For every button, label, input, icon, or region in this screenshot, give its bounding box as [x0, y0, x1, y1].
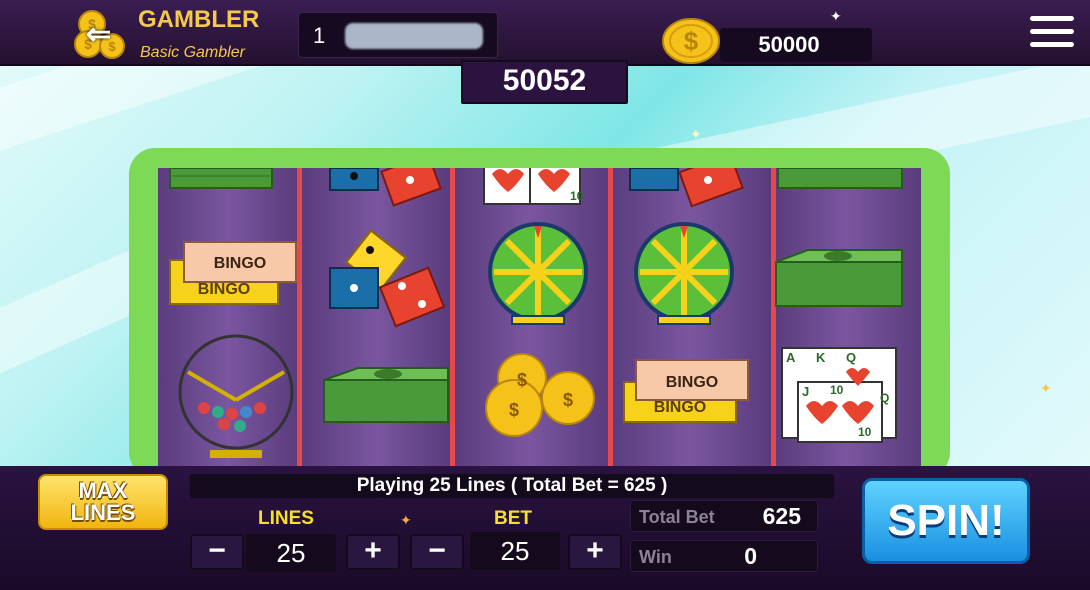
win-value: 0 — [744, 543, 757, 569]
win-panel: Win 0 — [630, 540, 818, 572]
cash-stack-icon — [777, 168, 903, 189]
svg-text:$: $ — [509, 400, 519, 420]
jackpot-counter: 50052 — [461, 60, 628, 104]
level-panel: 1 — [298, 12, 498, 58]
bingo-ticket-icon: BINGO BINGO — [623, 359, 749, 423]
ticket-text: BINGO — [654, 399, 706, 416]
hamburger-menu-icon[interactable] — [1030, 16, 1074, 52]
card-rank: Q — [846, 350, 856, 365]
sparkle-icon: ✦ — [400, 512, 412, 528]
playing-cards-icon: A K Q J 10 Q 10 — [781, 347, 897, 443]
card-rank: J — [802, 384, 809, 399]
prize-wheel-icon — [488, 222, 588, 325]
max-lines-label: MAX — [78, 478, 128, 503]
svg-text:$: $ — [517, 370, 527, 390]
reels-window: BINGO BINGO 10 $ $ $ BINGO BINGO A K Q J… — [158, 168, 921, 468]
total-bet-value: 625 — [762, 503, 801, 529]
sparkle-icon: ✦ — [1040, 380, 1052, 396]
card-value: 10 — [570, 189, 584, 203]
card-rank: 10 — [858, 425, 872, 439]
prize-wheel-icon — [634, 222, 734, 325]
balance-value: 50000 — [758, 32, 820, 57]
bet-label: BET — [494, 508, 532, 529]
bet-minus-button[interactable]: − — [410, 534, 464, 570]
max-lines-button[interactable]: MAX LINES — [38, 474, 168, 530]
dollar-coin-icon: $ — [662, 18, 720, 64]
gold-coins-icon: $ $ $ — [485, 353, 595, 437]
player-rank: Basic Gambler — [140, 44, 245, 61]
balance-panel: 50000 — [720, 28, 872, 62]
back-arrow-icon[interactable]: ⇐ — [86, 20, 111, 50]
dice-icon — [629, 168, 744, 208]
card-rank: A — [786, 350, 796, 365]
total-bet-panel: Total Bet 625 — [630, 500, 818, 532]
bet-value: 25 — [470, 532, 560, 570]
playing-cards-icon: 10 — [483, 168, 584, 205]
card-rank: K — [816, 350, 826, 365]
slot-game-screen: $ $ $ ⇐ GAMBLER Basic Gambler 1 50000 $ … — [0, 0, 1090, 590]
player-name: GAMBLER — [138, 6, 260, 33]
cash-stack-icon — [775, 249, 903, 307]
lines-minus-button[interactable]: − — [190, 534, 244, 570]
card-rank: Q — [880, 391, 889, 405]
xp-progress-bar — [345, 23, 483, 49]
lines-plus-button[interactable]: + — [346, 534, 400, 570]
cash-stack-icon — [323, 367, 449, 423]
bingo-cage-icon — [178, 334, 294, 458]
svg-text:$: $ — [684, 26, 699, 56]
spin-button[interactable]: SPIN! — [862, 478, 1030, 564]
ticket-text: BINGO — [666, 374, 718, 391]
card-rank: 10 — [830, 383, 844, 397]
sparkle-icon: ✦ — [830, 8, 842, 24]
sparkle-icon: ✦ — [690, 126, 702, 142]
level-number: 1 — [313, 23, 326, 48]
bet-plus-button[interactable]: + — [568, 534, 622, 570]
cash-stack-icon — [169, 168, 273, 189]
win-label: Win — [639, 547, 672, 567]
dice-icon — [329, 168, 442, 207]
total-bet-label: Total Bet — [639, 507, 715, 527]
max-lines-label: LINES — [70, 500, 136, 525]
ticket-text: BINGO — [198, 281, 250, 298]
status-message: Playing 25 Lines ( Total Bet = 625 ) — [190, 474, 834, 498]
ticket-text: BINGO — [214, 255, 266, 272]
dice-icon — [329, 229, 446, 328]
lines-value: 25 — [246, 534, 336, 572]
lines-label: LINES — [258, 508, 314, 529]
svg-text:$: $ — [563, 390, 573, 410]
bingo-ticket-icon: BINGO BINGO — [169, 241, 297, 305]
